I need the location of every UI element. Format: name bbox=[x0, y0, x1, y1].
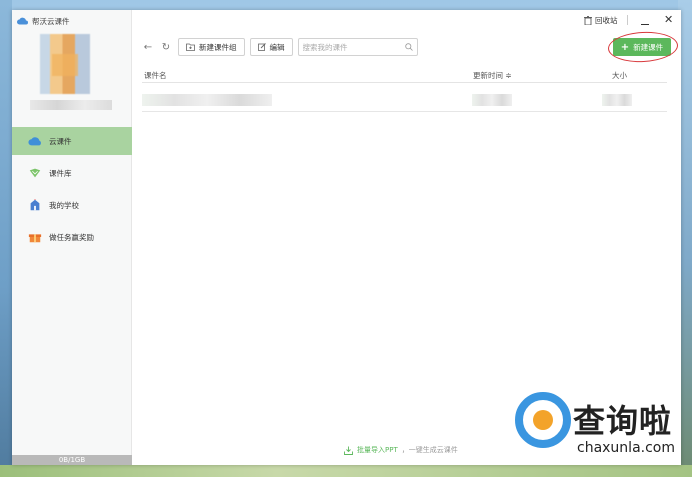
folder-icon bbox=[186, 43, 195, 51]
new-group-button[interactable]: 新建课件组 bbox=[178, 38, 245, 56]
back-arrow-icon[interactable]: ← bbox=[142, 41, 154, 53]
table-header: 课件名 更新时间 ≑ 大小 bbox=[142, 67, 667, 83]
username-blurred bbox=[30, 100, 112, 110]
toolbar: ← ↻ 新建课件组 编辑 bbox=[142, 38, 418, 56]
sidebar-item-cloud-courseware[interactable]: 云课件 bbox=[12, 127, 132, 155]
trash-icon bbox=[584, 16, 592, 25]
app-title: 帮沃云课件 bbox=[32, 16, 70, 26]
row-name-blurred bbox=[142, 94, 272, 106]
edit-icon bbox=[257, 43, 266, 51]
sidebar-item-label: 云课件 bbox=[49, 136, 72, 146]
new-group-label: 新建课件组 bbox=[199, 42, 237, 52]
column-header-updated[interactable]: 更新时间 ≑ bbox=[473, 70, 512, 81]
close-button[interactable]: ✕ bbox=[664, 13, 673, 26]
watermark-text: 查询啦 bbox=[573, 402, 673, 440]
gift-icon bbox=[28, 234, 42, 243]
storage-usage: 0B/1GB bbox=[12, 455, 132, 465]
minimize-button[interactable] bbox=[640, 14, 650, 26]
table-row[interactable] bbox=[142, 92, 667, 112]
avatar[interactable] bbox=[40, 34, 90, 94]
search-input[interactable] bbox=[302, 42, 405, 52]
edit-button[interactable]: 编辑 bbox=[249, 38, 293, 56]
watermark-logo-icon bbox=[515, 392, 571, 448]
column-header-updated-label: 更新时间 bbox=[473, 71, 503, 80]
sidebar-nav: 云课件 课件库 我的学校 做任务赢奖励 bbox=[12, 127, 132, 255]
app-title-bar: 帮沃云课件 bbox=[17, 15, 70, 27]
footer-import: 批量导入PPT ，一键生成云课件 bbox=[344, 445, 458, 455]
library-icon bbox=[29, 168, 41, 178]
sort-icon: ≑ bbox=[505, 71, 512, 80]
search-icon[interactable] bbox=[404, 43, 413, 51]
sidebar-item-label: 课件库 bbox=[49, 168, 72, 178]
titlebar-divider bbox=[627, 15, 628, 25]
import-ppt-link[interactable]: 批量导入PPT bbox=[357, 445, 398, 455]
cloud-logo-icon bbox=[17, 17, 28, 25]
sidebar-item-label: 做任务赢奖励 bbox=[49, 232, 94, 242]
import-icon bbox=[344, 446, 353, 455]
sidebar-item-label: 我的学校 bbox=[49, 200, 79, 210]
sidebar-item-tasks-rewards[interactable]: 做任务赢奖励 bbox=[12, 223, 132, 251]
row-size-blurred bbox=[602, 94, 632, 106]
annotation-circle bbox=[607, 30, 679, 64]
recycle-bin-button[interactable]: 回收站 bbox=[584, 15, 618, 26]
sidebar: 帮沃云课件 云课件 课件库 我的学校 做任务赢奖励 0B/1GB bbox=[12, 10, 132, 465]
recycle-bin-label: 回收站 bbox=[595, 16, 618, 25]
refresh-icon[interactable]: ↻ bbox=[160, 41, 172, 53]
watermark: 查询啦 chaxunla.com bbox=[515, 392, 685, 472]
row-updated-blurred bbox=[472, 94, 512, 106]
column-header-size[interactable]: 大小 bbox=[612, 70, 627, 81]
desktop-background-left bbox=[0, 0, 12, 477]
sidebar-item-courseware-library[interactable]: 课件库 bbox=[12, 159, 132, 187]
import-hint: ，一键生成云课件 bbox=[401, 446, 458, 454]
edit-label: 编辑 bbox=[269, 42, 285, 52]
cloud-icon bbox=[28, 137, 41, 146]
watermark-subtext: chaxunla.com bbox=[577, 440, 675, 456]
sidebar-item-my-school[interactable]: 我的学校 bbox=[12, 191, 132, 219]
column-header-name[interactable]: 课件名 bbox=[144, 70, 167, 81]
school-icon bbox=[30, 199, 40, 211]
search-box bbox=[297, 38, 418, 56]
